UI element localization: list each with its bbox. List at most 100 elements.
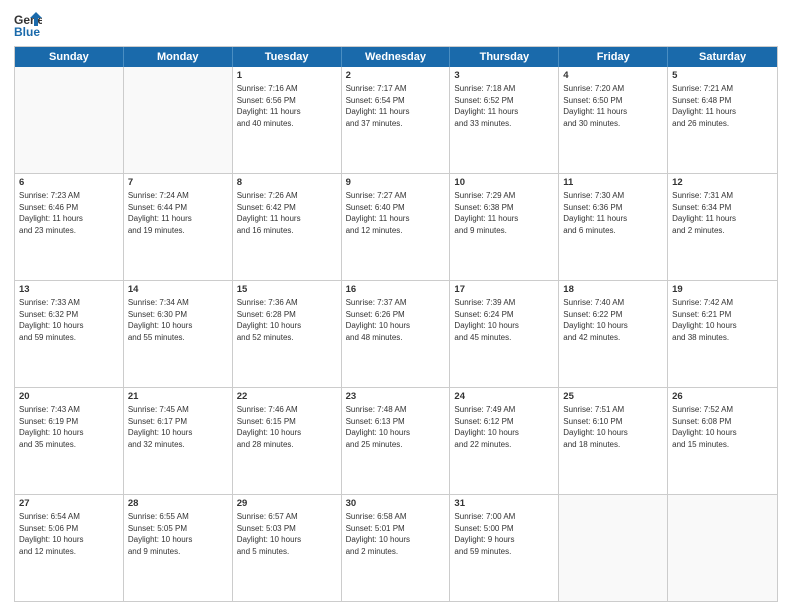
day-cell-25: 25Sunrise: 7:51 AMSunset: 6:10 PMDayligh…: [559, 388, 668, 494]
cell-info-line: and 52 minutes.: [237, 332, 337, 344]
cell-info-line: Sunrise: 7:52 AM: [672, 404, 773, 416]
day-number: 26: [672, 391, 773, 402]
day-number: 24: [454, 391, 554, 402]
cell-info-line: Sunset: 6:40 PM: [346, 202, 446, 214]
empty-cell-0-0: [15, 67, 124, 173]
cell-info-line: Sunrise: 7:16 AM: [237, 83, 337, 95]
cell-info-line: and 45 minutes.: [454, 332, 554, 344]
day-number: 20: [19, 391, 119, 402]
day-header-saturday: Saturday: [668, 47, 777, 67]
cell-info-line: Daylight: 10 hours: [128, 534, 228, 546]
cell-info-line: Sunset: 6:13 PM: [346, 416, 446, 428]
cell-info-line: Daylight: 10 hours: [128, 427, 228, 439]
cell-info-line: Sunrise: 6:54 AM: [19, 511, 119, 523]
cell-info-line: Daylight: 11 hours: [672, 106, 773, 118]
cell-info-line: and 59 minutes.: [454, 546, 554, 558]
day-cell-17: 17Sunrise: 7:39 AMSunset: 6:24 PMDayligh…: [450, 281, 559, 387]
day-number: 11: [563, 177, 663, 188]
cell-info-line: Daylight: 11 hours: [454, 106, 554, 118]
cell-info-line: Sunset: 6:15 PM: [237, 416, 337, 428]
day-cell-12: 12Sunrise: 7:31 AMSunset: 6:34 PMDayligh…: [668, 174, 777, 280]
cell-info-line: Daylight: 10 hours: [563, 427, 663, 439]
cell-info-line: and 48 minutes.: [346, 332, 446, 344]
day-number: 7: [128, 177, 228, 188]
cell-info-line: Sunset: 6:12 PM: [454, 416, 554, 428]
cell-info-line: Sunrise: 7:27 AM: [346, 190, 446, 202]
cell-info-line: and 55 minutes.: [128, 332, 228, 344]
day-number: 13: [19, 284, 119, 295]
cell-info-line: Daylight: 10 hours: [346, 427, 446, 439]
day-cell-3: 3Sunrise: 7:18 AMSunset: 6:52 PMDaylight…: [450, 67, 559, 173]
day-cell-15: 15Sunrise: 7:36 AMSunset: 6:28 PMDayligh…: [233, 281, 342, 387]
day-cell-23: 23Sunrise: 7:48 AMSunset: 6:13 PMDayligh…: [342, 388, 451, 494]
day-number: 28: [128, 498, 228, 509]
day-cell-7: 7Sunrise: 7:24 AMSunset: 6:44 PMDaylight…: [124, 174, 233, 280]
cell-info-line: and 9 minutes.: [454, 225, 554, 237]
cell-info-line: Sunset: 6:44 PM: [128, 202, 228, 214]
calendar-header: SundayMondayTuesdayWednesdayThursdayFrid…: [15, 47, 777, 67]
cell-info-line: and 19 minutes.: [128, 225, 228, 237]
cell-info-line: and 9 minutes.: [128, 546, 228, 558]
day-number: 10: [454, 177, 554, 188]
day-cell-2: 2Sunrise: 7:17 AMSunset: 6:54 PMDaylight…: [342, 67, 451, 173]
calendar-row-4: 27Sunrise: 6:54 AMSunset: 5:06 PMDayligh…: [15, 494, 777, 601]
cell-info-line: Sunset: 5:00 PM: [454, 523, 554, 535]
cell-info-line: Sunrise: 7:39 AM: [454, 297, 554, 309]
cell-info-line: Sunset: 6:50 PM: [563, 95, 663, 107]
cell-info-line: and 16 minutes.: [237, 225, 337, 237]
day-header-friday: Friday: [559, 47, 668, 67]
day-number: 23: [346, 391, 446, 402]
header: General Blue: [14, 10, 778, 38]
cell-info-line: Daylight: 11 hours: [454, 213, 554, 225]
day-number: 29: [237, 498, 337, 509]
cell-info-line: Sunrise: 7:36 AM: [237, 297, 337, 309]
cell-info-line: and 26 minutes.: [672, 118, 773, 130]
day-cell-26: 26Sunrise: 7:52 AMSunset: 6:08 PMDayligh…: [668, 388, 777, 494]
day-number: 6: [19, 177, 119, 188]
empty-cell-4-6: [668, 495, 777, 601]
cell-info-line: Daylight: 10 hours: [454, 320, 554, 332]
cell-info-line: Daylight: 10 hours: [237, 320, 337, 332]
day-cell-20: 20Sunrise: 7:43 AMSunset: 6:19 PMDayligh…: [15, 388, 124, 494]
day-number: 3: [454, 70, 554, 81]
day-cell-10: 10Sunrise: 7:29 AMSunset: 6:38 PMDayligh…: [450, 174, 559, 280]
day-number: 16: [346, 284, 446, 295]
cell-info-line: Sunrise: 7:29 AM: [454, 190, 554, 202]
day-header-tuesday: Tuesday: [233, 47, 342, 67]
day-cell-9: 9Sunrise: 7:27 AMSunset: 6:40 PMDaylight…: [342, 174, 451, 280]
cell-info-line: and 35 minutes.: [19, 439, 119, 451]
day-cell-22: 22Sunrise: 7:46 AMSunset: 6:15 PMDayligh…: [233, 388, 342, 494]
cell-info-line: Sunrise: 7:23 AM: [19, 190, 119, 202]
cell-info-line: Sunrise: 7:46 AM: [237, 404, 337, 416]
cell-info-line: and 2 minutes.: [672, 225, 773, 237]
cell-info-line: Sunset: 6:48 PM: [672, 95, 773, 107]
cell-info-line: Sunrise: 7:30 AM: [563, 190, 663, 202]
empty-cell-0-1: [124, 67, 233, 173]
cell-info-line: Sunset: 6:54 PM: [346, 95, 446, 107]
cell-info-line: and 28 minutes.: [237, 439, 337, 451]
cell-info-line: Sunrise: 7:00 AM: [454, 511, 554, 523]
day-number: 14: [128, 284, 228, 295]
day-number: 12: [672, 177, 773, 188]
cell-info-line: Sunrise: 7:51 AM: [563, 404, 663, 416]
cell-info-line: Daylight: 11 hours: [237, 213, 337, 225]
cell-info-line: Sunset: 6:10 PM: [563, 416, 663, 428]
cell-info-line: Sunrise: 6:57 AM: [237, 511, 337, 523]
cell-info-line: Sunset: 6:32 PM: [19, 309, 119, 321]
cell-info-line: Sunset: 6:46 PM: [19, 202, 119, 214]
cell-info-line: and 30 minutes.: [563, 118, 663, 130]
cell-info-line: Sunrise: 7:24 AM: [128, 190, 228, 202]
cell-info-line: Sunrise: 7:31 AM: [672, 190, 773, 202]
cell-info-line: Sunrise: 7:49 AM: [454, 404, 554, 416]
cell-info-line: Sunrise: 6:58 AM: [346, 511, 446, 523]
day-cell-6: 6Sunrise: 7:23 AMSunset: 6:46 PMDaylight…: [15, 174, 124, 280]
cell-info-line: Sunrise: 7:43 AM: [19, 404, 119, 416]
cell-info-line: Sunset: 5:06 PM: [19, 523, 119, 535]
day-cell-14: 14Sunrise: 7:34 AMSunset: 6:30 PMDayligh…: [124, 281, 233, 387]
day-number: 17: [454, 284, 554, 295]
cell-info-line: and 33 minutes.: [454, 118, 554, 130]
cell-info-line: and 2 minutes.: [346, 546, 446, 558]
cell-info-line: Sunrise: 7:40 AM: [563, 297, 663, 309]
cell-info-line: and 6 minutes.: [563, 225, 663, 237]
cell-info-line: Sunset: 6:08 PM: [672, 416, 773, 428]
